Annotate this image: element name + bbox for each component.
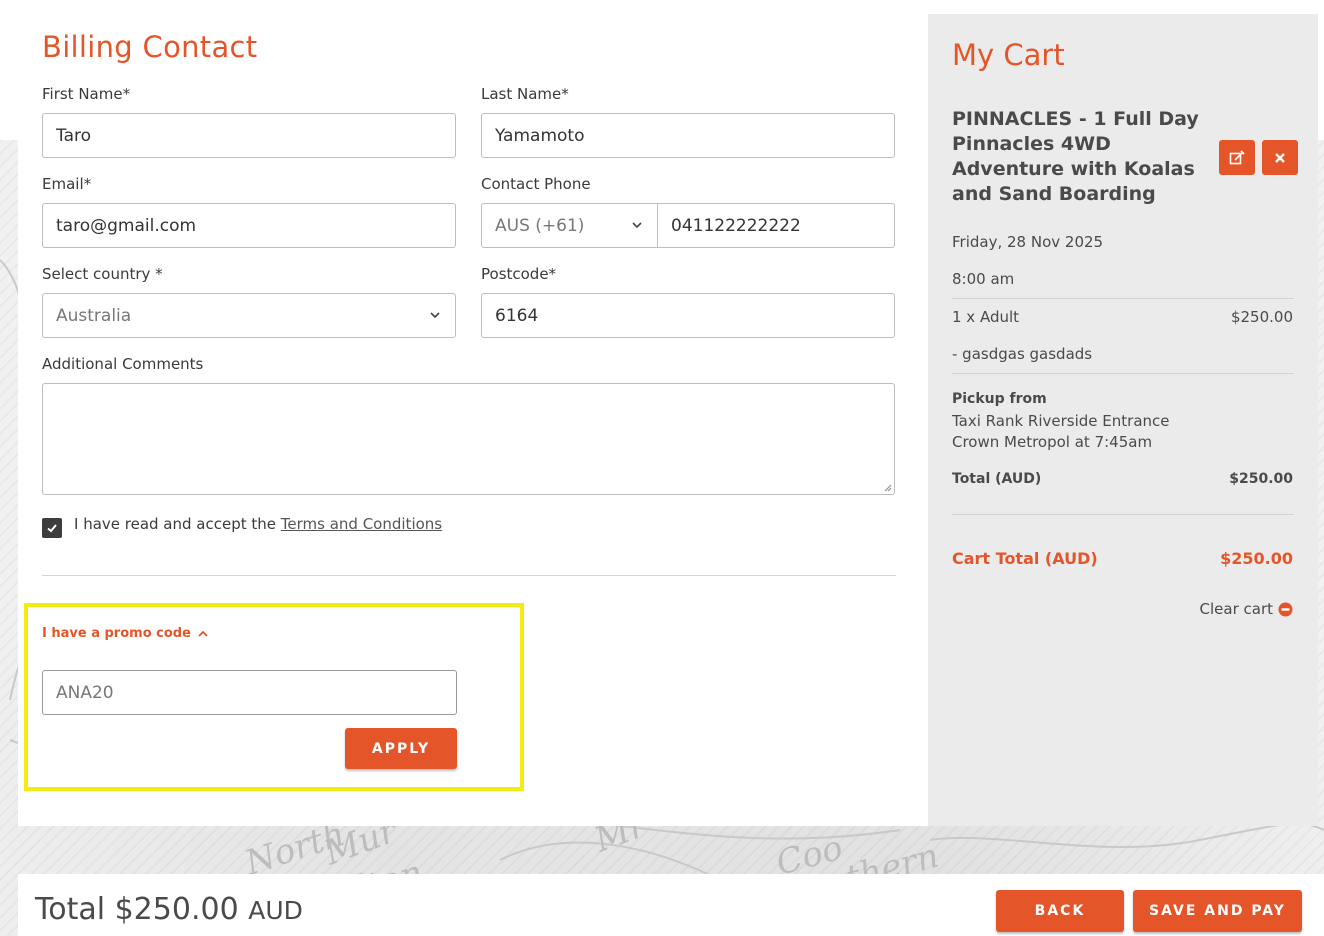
billing-title: Billing Contact xyxy=(42,30,258,64)
email-label: Email* xyxy=(42,175,92,193)
chevron-down-icon xyxy=(430,312,440,319)
email-field[interactable]: taro@gmail.com xyxy=(42,203,456,248)
last-name-field[interactable]: Yamamoto xyxy=(481,113,895,158)
country-select[interactable]: Australia xyxy=(42,293,456,338)
promo-code-input[interactable]: ANA20 xyxy=(42,670,457,715)
phone-number-field[interactable]: 041122222222 xyxy=(657,203,895,248)
terms-link[interactable]: Terms and Conditions xyxy=(281,515,442,533)
phone-number-value: 041122222222 xyxy=(671,215,801,236)
first-name-label: First Name* xyxy=(42,85,131,103)
phone-country-select[interactable]: AUS (+61) xyxy=(481,203,658,248)
cart-item-time: 8:00 am xyxy=(952,270,1015,288)
clear-cart-button[interactable]: Clear cart xyxy=(1200,600,1293,618)
cart-line-item-label: 1 x Adult xyxy=(952,308,1020,326)
phone-country-value: AUS (+61) xyxy=(495,215,585,236)
postcode-field[interactable]: 6164 xyxy=(481,293,895,338)
cart-item-date: Friday, 28 Nov 2025 xyxy=(952,233,1104,251)
edit-icon xyxy=(1229,149,1245,164)
cart-divider xyxy=(952,373,1294,374)
item-total-label: Total (AUD) xyxy=(952,471,1042,487)
pickup-line1: Taxi Rank Riverside Entrance xyxy=(952,412,1170,430)
country-label: Select country * xyxy=(42,265,163,283)
last-name-value: Yamamoto xyxy=(495,125,585,146)
promo-toggle[interactable]: I have a promo code xyxy=(42,626,209,641)
email-value: taro@gmail.com xyxy=(56,215,197,236)
last-name-label: Last Name* xyxy=(481,85,569,103)
apply-button[interactable]: APPLY xyxy=(345,728,457,769)
edit-item-button[interactable] xyxy=(1219,140,1255,175)
cart-total-value: $250.00 xyxy=(1220,549,1293,568)
close-icon xyxy=(1275,152,1285,163)
footer-currency: AUD xyxy=(248,896,303,925)
phone-label: Contact Phone xyxy=(481,175,591,193)
cart-divider xyxy=(952,298,1294,299)
comments-label: Additional Comments xyxy=(42,355,204,373)
cart-traveller: - gasdgas gasdads xyxy=(952,345,1093,363)
country-value: Australia xyxy=(56,305,132,326)
terms-text: I have read and accept the xyxy=(74,515,281,533)
cart-divider xyxy=(952,514,1294,515)
pickup-line2: Crown Metropol at 7:45am xyxy=(952,433,1153,451)
pickup-heading: Pickup from xyxy=(952,391,1047,407)
back-button[interactable]: BACK xyxy=(996,890,1124,932)
comments-textarea[interactable] xyxy=(42,383,895,495)
item-total-value: $250.00 xyxy=(1229,471,1293,487)
cart-line-item-price: $250.00 xyxy=(1230,308,1293,326)
postcode-label: Postcode* xyxy=(481,265,557,283)
promo-toggle-label: I have a promo code xyxy=(42,626,191,641)
terms-label: I have read and accept the Terms and Con… xyxy=(74,515,442,533)
first-name-field[interactable]: Taro xyxy=(42,113,456,158)
check-icon xyxy=(47,524,57,533)
clear-cart-label: Clear cart xyxy=(1199,600,1273,618)
first-name-value: Taro xyxy=(56,125,92,146)
terms-checkbox[interactable] xyxy=(42,518,62,538)
remove-item-button[interactable] xyxy=(1262,140,1298,175)
section-divider xyxy=(42,575,896,576)
chevron-down-icon xyxy=(632,222,642,229)
save-and-pay-button[interactable]: SAVE AND PAY xyxy=(1133,890,1302,932)
footer-total-amount: Total $250.00 xyxy=(35,892,239,927)
resize-grip-icon[interactable] xyxy=(882,482,892,492)
cart-title: My Cart xyxy=(952,38,1065,72)
cart-total-label: Cart Total (AUD) xyxy=(952,549,1098,568)
promo-code-value: ANA20 xyxy=(56,682,114,703)
minus-circle-icon xyxy=(1278,602,1293,616)
chevron-up-icon xyxy=(198,630,208,637)
cart-item-title: PINNACLES - 1 Full Day Pinnacles 4WD Adv… xyxy=(952,108,1199,205)
postcode-value: 6164 xyxy=(495,305,539,326)
footer-total: Total $250.00 AUD xyxy=(35,892,303,927)
